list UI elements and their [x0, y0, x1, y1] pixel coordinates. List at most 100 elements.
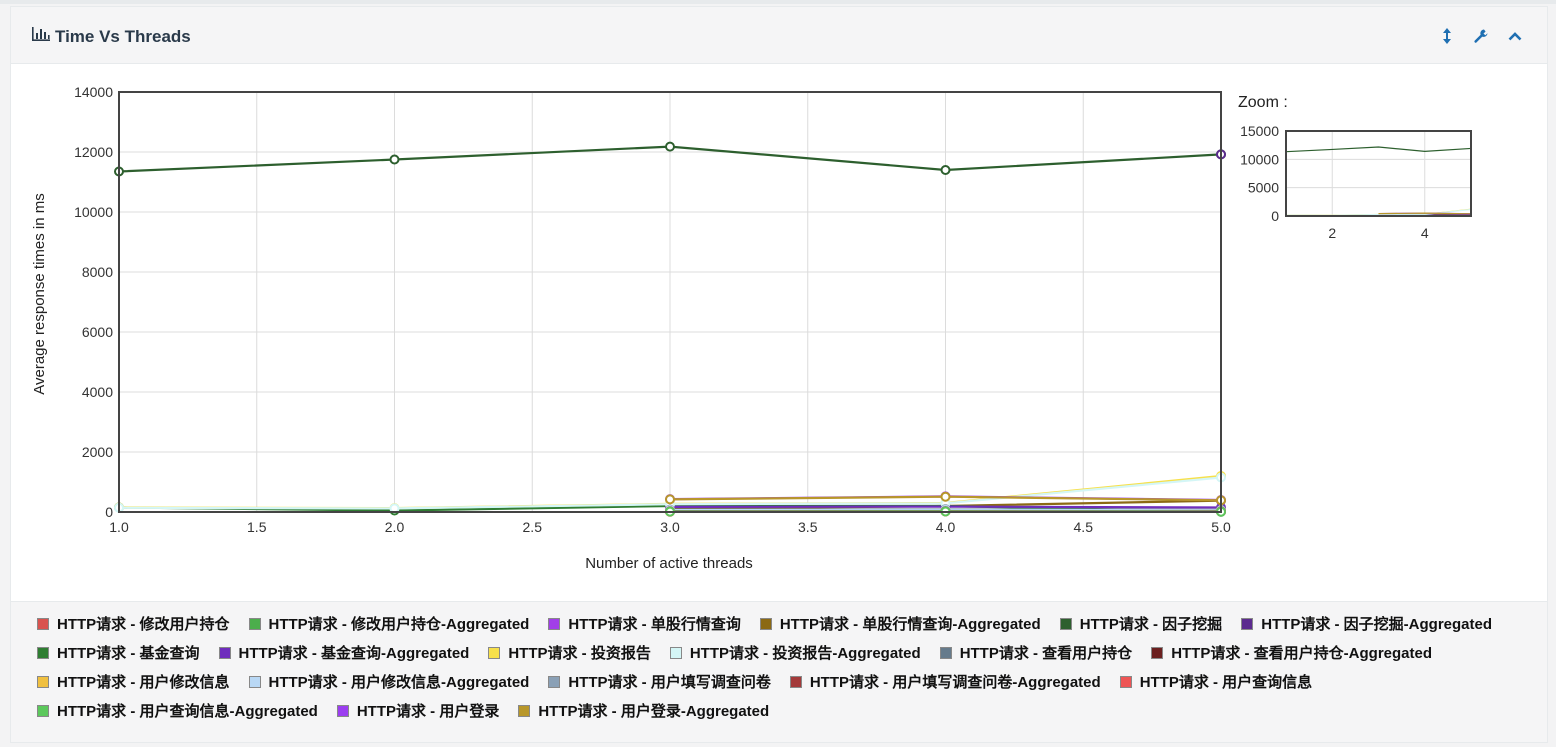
zoom-frame: [1285, 130, 1472, 217]
legend-swatch: [548, 617, 561, 630]
bar-chart-icon: [31, 26, 51, 47]
zoom-series-line: [1285, 146, 1472, 153]
legend-swatch: [248, 675, 261, 688]
legend-item[interactable]: HTTP请求 - 修改用户持仓-Aggregated: [248, 614, 529, 633]
legend-swatch: [759, 617, 772, 630]
legend-item[interactable]: HTTP请求 - 单股行情查询-Aggregated: [759, 614, 1041, 633]
x-tick-label: 5.0: [1211, 519, 1231, 535]
x-tick-label: 2.5: [523, 519, 543, 535]
x-tick-label: 3.5: [798, 519, 818, 535]
zoom-x-tick-label: 2: [1328, 225, 1336, 241]
legend-swatch: [1119, 675, 1132, 688]
data-point[interactable]: [940, 491, 951, 502]
x-tick-label: 3.0: [660, 519, 680, 535]
panel-title-text: Time Vs Threads: [55, 26, 191, 46]
legend-item[interactable]: HTTP请求 - 用户登录-Aggregated: [518, 701, 769, 720]
zoom-y-tick-label: 10000: [1240, 151, 1279, 167]
zoom-x-tick-label: 4: [1421, 225, 1429, 241]
legend-swatch: [1151, 646, 1164, 659]
legend-label: HTTP请求 - 用户修改信息: [57, 674, 230, 691]
y-tick-label: 0: [105, 504, 113, 520]
x-tick-label: 1.5: [247, 519, 267, 535]
legend-item[interactable]: HTTP请求 - 用户查询信息-Aggregated: [37, 701, 318, 720]
data-point[interactable]: [389, 154, 400, 165]
data-point[interactable]: [665, 141, 675, 152]
x-tick-label: 4.0: [936, 519, 956, 535]
legend-item[interactable]: HTTP请求 - 用户填写调查问卷-Aggregated: [789, 672, 1101, 691]
expand-vertical-icon[interactable]: [1439, 27, 1455, 45]
legend-label: HTTP请求 - 修改用户持仓: [57, 616, 230, 633]
x-tick-label: 1.0: [109, 519, 129, 535]
legend-item[interactable]: HTTP请求 - 基金查询: [37, 643, 200, 662]
legend-item[interactable]: HTTP请求 - 用户修改信息-Aggregated: [248, 672, 530, 691]
chart-panel: Time Vs Threads 1.0 1.5 2.0 2.5 3.0 3.5 4.0 4.5…: [10, 6, 1548, 743]
legend-swatch: [1241, 617, 1254, 630]
panel-tools: [1439, 27, 1523, 45]
legend-item[interactable]: HTTP请求 - 单股行情查询: [548, 614, 741, 633]
x-tick-label: 2.0: [385, 519, 405, 535]
chevron-up-icon[interactable]: [1507, 27, 1523, 45]
legend-label: HTTP请求 - 用户登录: [356, 703, 500, 720]
top-border: [0, 0, 1556, 4]
legend-label: HTTP请求 - 用户填写调查问卷: [568, 674, 771, 691]
legend-swatch: [939, 646, 952, 659]
data-point[interactable]: [940, 165, 951, 175]
zoom-chart[interactable]: 2 4 0 5000 10000 15000: [1240, 123, 1472, 241]
legend-label: HTTP请求 - 因子挖掘-Aggregated: [1261, 616, 1493, 633]
legend-swatch: [248, 617, 261, 630]
legend-label: HTTP请求 - 单股行情查询-Aggregated: [779, 616, 1041, 633]
zoom-y-tick-label: 5000: [1248, 180, 1279, 196]
legend-item[interactable]: HTTP请求 - 投资报告: [488, 643, 651, 662]
legend-label: HTTP请求 - 单股行情查询: [568, 616, 741, 633]
legend-item[interactable]: HTTP请求 - 查看用户持仓: [939, 643, 1133, 662]
y-tick-label: 8000: [82, 264, 113, 280]
data-point[interactable]: [665, 494, 675, 505]
legend-item[interactable]: HTTP请求 - 修改用户持仓: [37, 614, 230, 633]
legend-item[interactable]: HTTP请求 - 用户查询信息: [1119, 672, 1313, 691]
legend-swatch: [789, 675, 802, 688]
legend-swatch: [669, 646, 682, 659]
legend-label: HTTP请求 - 用户修改信息-Aggregated: [268, 674, 530, 691]
y-axis-label: Average response times in ms: [31, 193, 48, 394]
legend-item[interactable]: HTTP请求 - 用户修改信息: [37, 672, 230, 691]
legend-label: HTTP请求 - 投资报告-Aggregated: [689, 645, 921, 662]
legend-label: HTTP请求 - 基金查询-Aggregated: [238, 645, 470, 662]
legend-item[interactable]: HTTP请求 - 因子挖掘-Aggregated: [1241, 614, 1492, 633]
wrench-icon[interactable]: [1473, 27, 1489, 45]
y-tick-label: 4000: [82, 384, 113, 400]
legend-item[interactable]: HTTP请求 - 基金查询-Aggregated: [218, 643, 470, 662]
legend-label: HTTP请求 - 用户登录-Aggregated: [538, 703, 770, 720]
y-tick-label: 10000: [74, 204, 113, 220]
legend-label: HTTP请求 - 因子挖掘: [1079, 616, 1223, 633]
legend-label: HTTP请求 - 投资报告: [508, 645, 651, 662]
zoom-label: Zoom :: [1238, 94, 1288, 111]
legend-item[interactable]: HTTP请求 - 投资报告-Aggregated: [669, 643, 921, 662]
legend-swatch: [336, 704, 349, 717]
legend-item[interactable]: HTTP请求 - 用户登录: [336, 701, 500, 720]
chart-area: 1.0 1.5 2.0 2.5 3.0 3.5 4.0 4.5 5.0 0 2000 4000 6000…: [11, 64, 1547, 601]
legend-swatch: [37, 617, 49, 630]
legend-item[interactable]: HTTP请求 - 因子挖掘: [1059, 614, 1223, 633]
legend-swatch: [1059, 617, 1072, 630]
legend-label: HTTP请求 - 查看用户持仓: [959, 645, 1133, 662]
legend-swatch: [37, 704, 49, 717]
zoom-y-tick-label: 0: [1271, 208, 1279, 224]
y-tick-label: 14000: [74, 84, 113, 100]
legend-label: HTTP请求 - 查看用户持仓-Aggregated: [1171, 645, 1433, 662]
y-tick-label: 12000: [74, 144, 113, 160]
legend-swatch: [548, 675, 561, 688]
legend: HTTP请求 - 修改用户持仓 HTTP请求 - 修改用户持仓-Aggregate…: [11, 601, 1547, 742]
legend-swatch: [218, 646, 231, 659]
x-tick-label: 4.5: [1074, 519, 1094, 535]
line-chart[interactable]: 1.0 1.5 2.0 2.5 3.0 3.5 4.0 4.5 5.0 0 2000 4000 6000…: [11, 64, 1547, 601]
panel-title: Time Vs Threads: [31, 26, 191, 47]
legend-item[interactable]: HTTP请求 - 用户填写调查问卷: [548, 672, 771, 691]
panel-header: Time Vs Threads: [11, 7, 1547, 64]
legend-item[interactable]: HTTP请求 - 查看用户持仓-Aggregated: [1151, 643, 1432, 662]
legend-label: HTTP请求 - 用户查询信息: [1139, 674, 1313, 691]
legend-label: HTTP请求 - 用户填写调查问卷-Aggregated: [809, 674, 1101, 691]
legend-swatch: [37, 675, 49, 688]
legend-swatch: [518, 704, 531, 717]
zoom-y-tick-label: 15000: [1240, 123, 1279, 139]
y-tick-label: 6000: [82, 324, 113, 340]
